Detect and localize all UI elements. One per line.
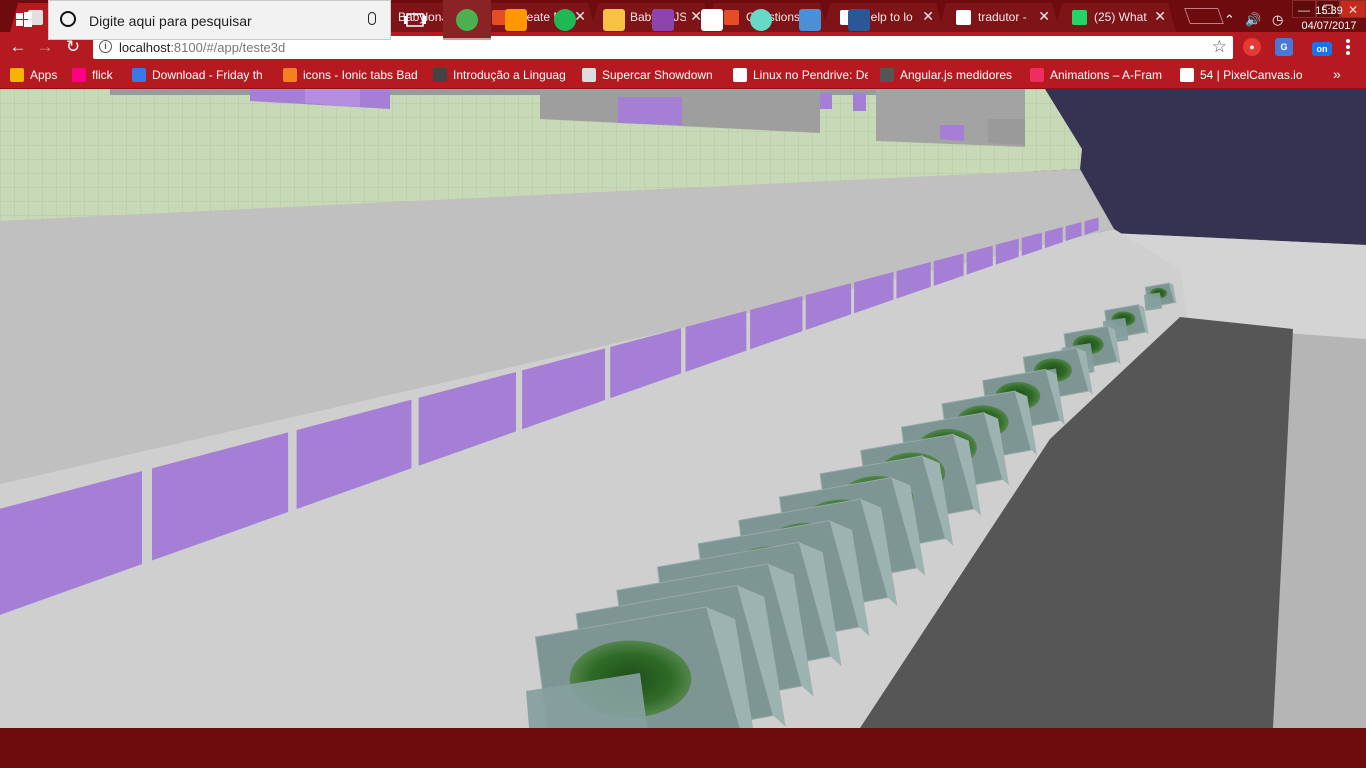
taskbar-app-sublime-text[interactable]: [492, 0, 540, 40]
bookmark-item[interactable]: Apps: [10, 68, 66, 84]
file-explorer-icon: [603, 9, 625, 31]
taskbar-app-atom[interactable]: [737, 0, 785, 40]
bookmark-item[interactable]: Download - Friday th: [132, 68, 272, 84]
bookmark-label: Supercar Showdown: [602, 68, 713, 82]
clock-time: 15:39: [1315, 5, 1343, 17]
flickr-icon: [72, 68, 86, 82]
bookmark-item[interactable]: Supercar Showdown: [582, 68, 718, 84]
stackoverflow-icon: [283, 68, 297, 82]
virtualbox-icon: [799, 9, 821, 31]
close-tab-icon[interactable]: ✕: [922, 8, 934, 25]
microphone-icon[interactable]: [368, 12, 376, 25]
taskbar-app-chrome[interactable]: [443, 0, 491, 40]
new-tab-button[interactable]: [1184, 8, 1224, 24]
search-placeholder: Digite aqui para pesquisar: [89, 13, 252, 29]
opera-vpn-extension-icon[interactable]: ●: [1243, 38, 1261, 56]
powershell-icon: [848, 9, 870, 31]
spotify-icon: [554, 9, 576, 31]
ng-icon: [880, 68, 894, 82]
shield-icon: [433, 68, 447, 82]
google-translate-extension-icon[interactable]: G: [1275, 38, 1293, 56]
taskbar-search-box[interactable]: Digite aqui para pesquisar: [48, 0, 391, 40]
apps-grid-icon: [10, 68, 24, 82]
bookmark-label: Animations – A-Fram: [1050, 68, 1163, 82]
clock-date: 04/07/2017: [1301, 20, 1357, 32]
clock[interactable]: 15:39 04/07/2017: [1294, 4, 1364, 34]
bookmark-label: flick: [92, 68, 113, 82]
bookmark-label: 54 | PixelCanvas.io: [1200, 68, 1303, 82]
bookmark-label: icons - Ionic tabs Bad: [303, 68, 418, 82]
mail-icon: [701, 9, 723, 31]
task-view-button[interactable]: [392, 0, 440, 40]
atom-icon: [750, 9, 772, 31]
bookmark-item[interactable]: Angular.js medidores: [880, 68, 1020, 84]
taskbar-app-powershell[interactable]: [835, 0, 883, 40]
close-tab-icon[interactable]: ✕: [1038, 8, 1050, 25]
tab-title: (25) What: [1094, 10, 1147, 24]
cortana-icon: [60, 11, 76, 27]
start-button[interactable]: [0, 0, 48, 40]
tab-title: tradutor -: [978, 10, 1027, 24]
babylon-3d-canvas[interactable]: [0, 89, 1366, 728]
chrome-menu-icon[interactable]: [1344, 37, 1352, 57]
windows-logo-icon: [16, 12, 32, 27]
bookmark-label: Angular.js medidores: [900, 68, 1013, 82]
windows-taskbar: [0, 728, 1366, 768]
browser-tab-9[interactable]: tradutor - ✕: [938, 3, 1060, 32]
bookmark-item[interactable]: flick: [72, 68, 127, 84]
volume-icon[interactable]: 🔊: [1245, 12, 1261, 28]
taskbar-app-winrar[interactable]: [639, 0, 687, 40]
bookmark-label: Download - Friday th: [152, 68, 263, 82]
taskbar-app-virtualbox[interactable]: [786, 0, 834, 40]
pixelcanvas-icon: [1180, 68, 1194, 82]
taskbar-app-file-explorer[interactable]: [590, 0, 638, 40]
bookmarks-overflow-button[interactable]: »: [1333, 66, 1341, 82]
taskbar-app-mail[interactable]: [688, 0, 736, 40]
bookmark-label: Apps: [30, 68, 58, 82]
bookmark-item[interactable]: Introdução a Linguag: [433, 68, 571, 84]
aframe-icon: [1030, 68, 1044, 82]
bookmark-label: Linux no Pendrive: De: [753, 68, 868, 82]
wifi-icon[interactable]: ◷: [1272, 12, 1283, 28]
download-icon: [132, 68, 146, 82]
winrar-icon: [652, 9, 674, 31]
bookmark-item[interactable]: 54 | PixelCanvas.io: [1180, 68, 1320, 84]
whatsapp-icon: [1072, 10, 1087, 25]
bookmark-star-icon[interactable]: ☆: [1212, 37, 1227, 57]
task-view-icon: [404, 13, 426, 27]
google-icon: [956, 10, 971, 25]
bookmark-label: Introdução a Linguag: [453, 68, 566, 82]
bookmark-item[interactable]: Linux no Pendrive: De: [733, 68, 868, 84]
url-text[interactable]: localhost:8100/#/app/teste3d: [119, 40, 285, 55]
bookmark-item[interactable]: Animations – A-Fram: [1030, 68, 1170, 84]
browser-tab-10[interactable]: (25) What ✕: [1054, 3, 1176, 32]
game-icon: [582, 68, 596, 82]
info-icon[interactable]: i: [99, 40, 112, 53]
close-tab-icon[interactable]: ✕: [1154, 8, 1166, 25]
tux-icon: [733, 68, 747, 82]
chrome-icon: [456, 9, 478, 31]
on-extension-icon[interactable]: on: [1312, 42, 1332, 56]
taskbar-app-spotify[interactable]: [541, 0, 589, 40]
sublime-text-icon: [505, 9, 527, 31]
tray-chevron-up-icon[interactable]: ⌃: [1224, 12, 1235, 28]
bookmark-item[interactable]: icons - Ionic tabs Bad: [283, 68, 421, 84]
